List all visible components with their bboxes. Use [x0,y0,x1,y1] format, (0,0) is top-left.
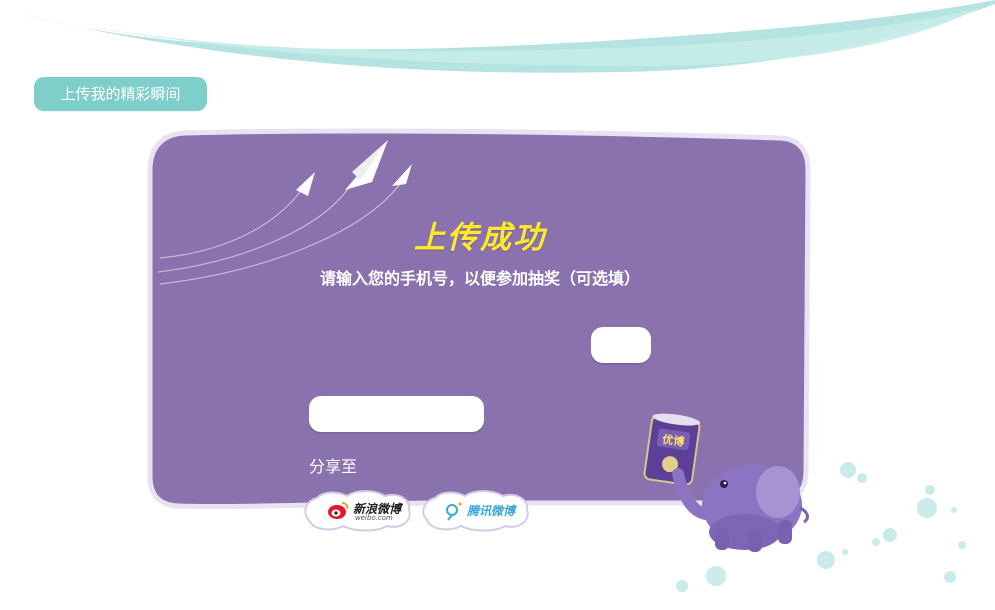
tencent-weibo-icon [446,502,462,521]
phone-prompt-text: 请输入您的手机号，以便参加抽奖（可选填） [319,269,640,288]
upload-success-title: 上传成功 [414,220,546,256]
share-sina-weibo-button[interactable]: 新浪微博 weibo.com [303,488,413,532]
tencent-weibo-label: 腾讯微博 [467,504,516,518]
phone-number-input[interactable] [309,396,484,432]
share-tencent-weibo-button[interactable]: 腾讯微博 [421,488,531,532]
submit-phone-button[interactable] [591,327,651,363]
sina-weibo-icon [328,502,349,519]
share-to-label: 分享至 [309,457,358,476]
sina-weibo-domain: weibo.com [355,514,393,522]
